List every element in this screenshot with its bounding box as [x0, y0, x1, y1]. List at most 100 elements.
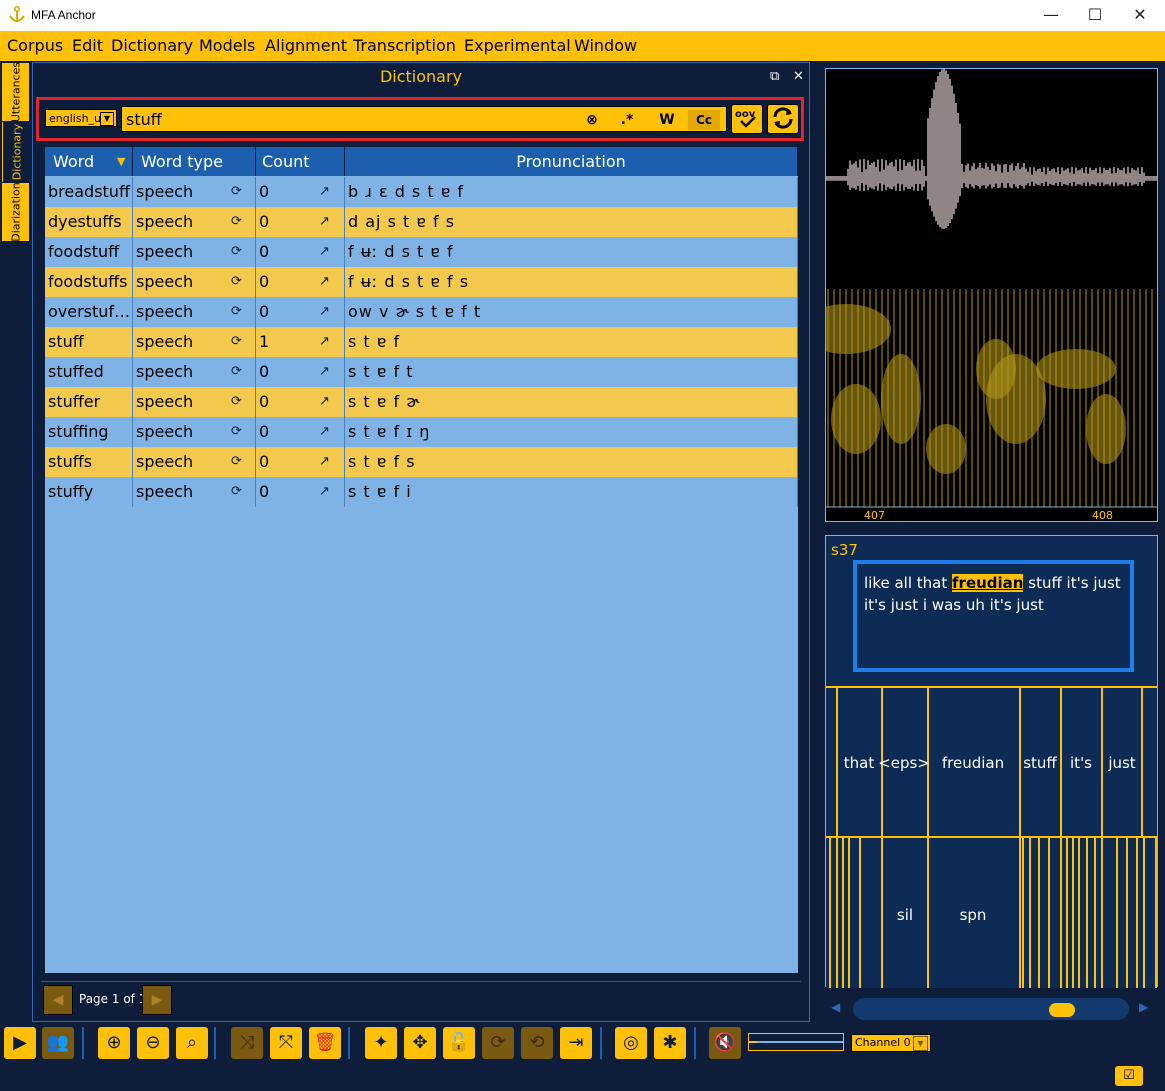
tab-dictionary[interactable]: Dictionary: [2, 122, 30, 182]
table-row[interactable]: foodstuff speech ⟳ 0 ↗ f ʉː d s t ɐ f: [45, 237, 798, 267]
cell-pronunciation[interactable]: f ʉː d s t ɐ f: [345, 237, 798, 267]
external-link-icon[interactable]: ↗: [319, 184, 330, 199]
cell-word[interactable]: stuffing: [45, 417, 133, 447]
external-link-icon[interactable]: ↗: [319, 214, 330, 229]
phone-boundary[interactable]: [829, 838, 831, 988]
cycle-type-icon[interactable]: ⟳: [231, 244, 242, 259]
minimize-icon[interactable]: —: [1029, 4, 1073, 26]
tab-utterances[interactable]: Utterances: [2, 62, 29, 122]
cycle-type-icon[interactable]: ⟳: [231, 274, 242, 289]
external-link-icon[interactable]: ↗: [319, 454, 330, 469]
waveform-spectrogram[interactable]: 407 408: [825, 68, 1158, 522]
phone-boundary[interactable]: [1155, 838, 1157, 988]
history-button[interactable]: ⟲: [521, 1027, 553, 1059]
report-bug-button[interactable]: ✱: [654, 1027, 686, 1059]
phone-boundary[interactable]: [1136, 838, 1138, 988]
undock-icon[interactable]: ⧉: [770, 69, 779, 84]
phone-boundary[interactable]: [1022, 838, 1024, 988]
fit-button[interactable]: ✥: [404, 1027, 436, 1059]
delete-button[interactable]: 🗑: [309, 1027, 341, 1059]
export-button[interactable]: ⇥: [560, 1027, 592, 1059]
cell-pronunciation[interactable]: b ɹ ɛ d s t ɐ f: [345, 177, 798, 207]
merge-button[interactable]: ⤨: [231, 1027, 263, 1059]
external-link-icon[interactable]: ↗: [319, 394, 330, 409]
table-row[interactable]: stuffy speech ⟳ 0 ↗ s t ɐ f i: [45, 477, 798, 507]
volume-slider[interactable]: [748, 1033, 844, 1051]
highlighted-word[interactable]: freudian: [952, 574, 1024, 592]
table-row[interactable]: stuffs speech ⟳ 0 ↗ s t ɐ f s: [45, 447, 798, 477]
phone-boundary[interactable]: [1048, 838, 1050, 988]
cycle-type-icon[interactable]: ⟳: [231, 214, 242, 229]
cell-word[interactable]: stuff: [45, 327, 133, 357]
phone-boundary[interactable]: [859, 838, 861, 988]
cell-pronunciation[interactable]: s t ɐ f ɪ ŋ: [345, 417, 798, 447]
scroll-track[interactable]: [853, 998, 1129, 1020]
cell-pronunciation[interactable]: ow v ɚ s t ɐ f t: [345, 297, 798, 327]
maximize-icon[interactable]: ☐: [1073, 4, 1117, 26]
menu-alignment[interactable]: Alignment: [265, 36, 347, 55]
scroll-right-icon[interactable]: ▶: [1139, 1000, 1148, 1014]
cell-pronunciation[interactable]: f ʉː d s t ɐ f s: [345, 267, 798, 297]
phone-boundary[interactable]: [1072, 838, 1074, 988]
case-sensitive-toggle-button[interactable]: Cc: [688, 110, 720, 130]
timeline-scrollbar[interactable]: ◀ ▶: [825, 996, 1158, 1022]
phone-boundary[interactable]: [1019, 838, 1021, 988]
table-row[interactable]: stuffing speech ⟳ 0 ↗ s t ɐ f ɪ ŋ: [45, 417, 798, 447]
zoom-to-selection-button[interactable]: ⌕: [176, 1027, 208, 1059]
utterance-text-box[interactable]: like all that freudian stuff it's just i…: [853, 560, 1134, 672]
task-status-icon[interactable]: ☑: [1115, 1066, 1143, 1086]
header-word[interactable]: Word ▼: [45, 147, 133, 176]
table-row[interactable]: breadstuff speech ⟳ 0 ↗ b ɹ ɛ d s t ɐ f: [45, 177, 798, 207]
phone-boundary[interactable]: [1038, 838, 1040, 988]
table-row[interactable]: overstuf… speech ⟳ 0 ↗ ow v ɚ s t ɐ f t: [45, 297, 798, 327]
cell-word[interactable]: stuffer: [45, 387, 133, 417]
table-row[interactable]: dyestuffs speech ⟳ 0 ↗ d aj s t ɐ f s: [45, 207, 798, 237]
header-word-type[interactable]: Word type: [133, 147, 256, 176]
table-row[interactable]: stuffed speech ⟳ 0 ↗ s t ɐ f t: [45, 357, 798, 387]
table-row[interactable]: foodstuffs speech ⟳ 0 ↗ f ʉː d s t ɐ f s: [45, 267, 798, 297]
table-row[interactable]: stuff speech ⟳ 1 ↗ s t ɐ f: [45, 327, 798, 357]
table-row[interactable]: stuffer speech ⟳ 0 ↗ s t ɐ f ɚ: [45, 387, 798, 417]
cycle-type-icon[interactable]: ⟳: [231, 364, 242, 379]
cell-pronunciation[interactable]: s t ɐ f t: [345, 357, 798, 387]
phone-boundary[interactable]: [1060, 838, 1062, 988]
volume-slider-handle[interactable]: [749, 1041, 757, 1043]
speakers-button[interactable]: 👥: [42, 1027, 74, 1059]
scroll-thumb[interactable]: [1049, 1003, 1075, 1017]
split-button[interactable]: ⤧: [270, 1027, 302, 1059]
external-link-icon[interactable]: ↗: [319, 334, 330, 349]
cell-pronunciation[interactable]: s t ɐ f ɚ: [345, 387, 798, 417]
header-count[interactable]: Count: [256, 147, 345, 176]
cell-pronunciation[interactable]: s t ɐ f: [345, 327, 798, 357]
menu-experimental[interactable]: Experimental: [464, 36, 571, 55]
channel-select[interactable]: Channel 0 ▼: [851, 1034, 931, 1052]
menu-window[interactable]: Window: [574, 36, 637, 55]
phone-boundary[interactable]: [881, 838, 883, 988]
external-link-icon[interactable]: ↗: [319, 424, 330, 439]
phone-boundary[interactable]: [1126, 838, 1128, 988]
external-link-icon[interactable]: ↗: [319, 244, 330, 259]
phone-boundary[interactable]: [842, 838, 844, 988]
cell-pronunciation[interactable]: s t ɐ f i: [345, 477, 798, 507]
cycle-type-icon[interactable]: ⟳: [231, 394, 242, 409]
phone-boundary[interactable]: [927, 838, 929, 988]
next-page-button[interactable]: ▶: [142, 985, 172, 1015]
external-link-icon[interactable]: ↗: [319, 364, 330, 379]
phone-boundary[interactable]: [1078, 838, 1080, 988]
cycle-type-icon[interactable]: ⟳: [231, 334, 242, 349]
oov-button[interactable]: oov: [731, 104, 763, 134]
phone-boundary[interactable]: [848, 838, 850, 988]
cell-word[interactable]: overstuf…: [45, 297, 133, 327]
phone-boundary[interactable]: [1086, 838, 1088, 988]
search-input[interactable]: stuff ⊗ .* W Cc: [121, 106, 727, 132]
cell-word[interactable]: foodstuff: [45, 237, 133, 267]
scroll-left-icon[interactable]: ◀: [831, 1000, 840, 1014]
prev-page-button[interactable]: ◀: [43, 985, 73, 1015]
cell-pronunciation[interactable]: d aj s t ɐ f s: [345, 207, 798, 237]
play-button[interactable]: ▶: [4, 1027, 36, 1059]
regex-toggle-button[interactable]: .*: [610, 110, 644, 130]
menu-corpus[interactable]: Corpus: [7, 36, 63, 55]
dictionary-select[interactable]: english_u ▼: [45, 109, 117, 127]
close-panel-icon[interactable]: ✕: [793, 69, 804, 84]
menu-models[interactable]: Models: [199, 36, 255, 55]
